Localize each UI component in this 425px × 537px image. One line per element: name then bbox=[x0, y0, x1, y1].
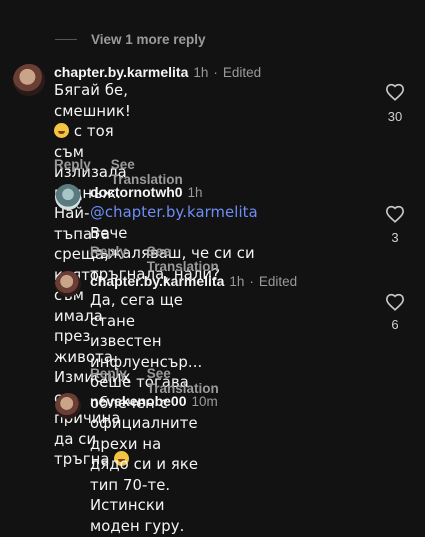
timestamp: 1h bbox=[187, 185, 203, 200]
laughing-emoji-icon bbox=[54, 123, 69, 138]
reply-button[interactable]: Reply bbox=[90, 366, 127, 396]
like-count: 30 bbox=[387, 109, 403, 124]
reply-button[interactable]: Reply bbox=[54, 157, 91, 187]
username[interactable]: nevekenobe00 bbox=[90, 393, 187, 409]
username[interactable]: doctornotwh0 bbox=[90, 184, 183, 200]
edited-label: Edited bbox=[258, 274, 298, 289]
timestamp: 1h bbox=[193, 65, 209, 80]
view-more-replies-button[interactable]: View 1 more reply bbox=[55, 30, 206, 48]
reply-button[interactable]: Reply bbox=[90, 244, 127, 274]
like-count: 6 bbox=[391, 317, 399, 332]
see-translation-button[interactable]: See Translation bbox=[111, 157, 183, 187]
heart-icon[interactable] bbox=[385, 205, 405, 223]
separator-dot: · bbox=[249, 274, 254, 289]
timestamp: 10m bbox=[191, 394, 218, 409]
comment-text: Да, сега ще стане известен инфлуенсър...… bbox=[90, 292, 203, 535]
avatar[interactable] bbox=[55, 271, 81, 297]
avatar[interactable] bbox=[55, 184, 81, 210]
separator-dot: · bbox=[213, 65, 218, 80]
mention-link[interactable]: @chapter.by.karmelita bbox=[90, 204, 258, 221]
avatar[interactable] bbox=[13, 64, 45, 96]
avatar[interactable] bbox=[55, 393, 81, 419]
heart-icon[interactable] bbox=[385, 83, 405, 101]
edited-label: Edited bbox=[222, 65, 262, 80]
username[interactable]: chapter.by.karmelita bbox=[90, 273, 224, 289]
like-count: 3 bbox=[391, 230, 399, 245]
see-translation-button[interactable]: See Translation bbox=[147, 244, 219, 274]
timestamp: 1h bbox=[229, 274, 245, 289]
heart-icon[interactable] bbox=[385, 293, 405, 311]
username[interactable]: chapter.by.karmelita bbox=[54, 64, 188, 80]
view-more-replies-label: View 1 more reply bbox=[91, 31, 206, 47]
thread-line bbox=[55, 38, 77, 40]
see-translation-button[interactable]: See Translation bbox=[147, 366, 219, 396]
